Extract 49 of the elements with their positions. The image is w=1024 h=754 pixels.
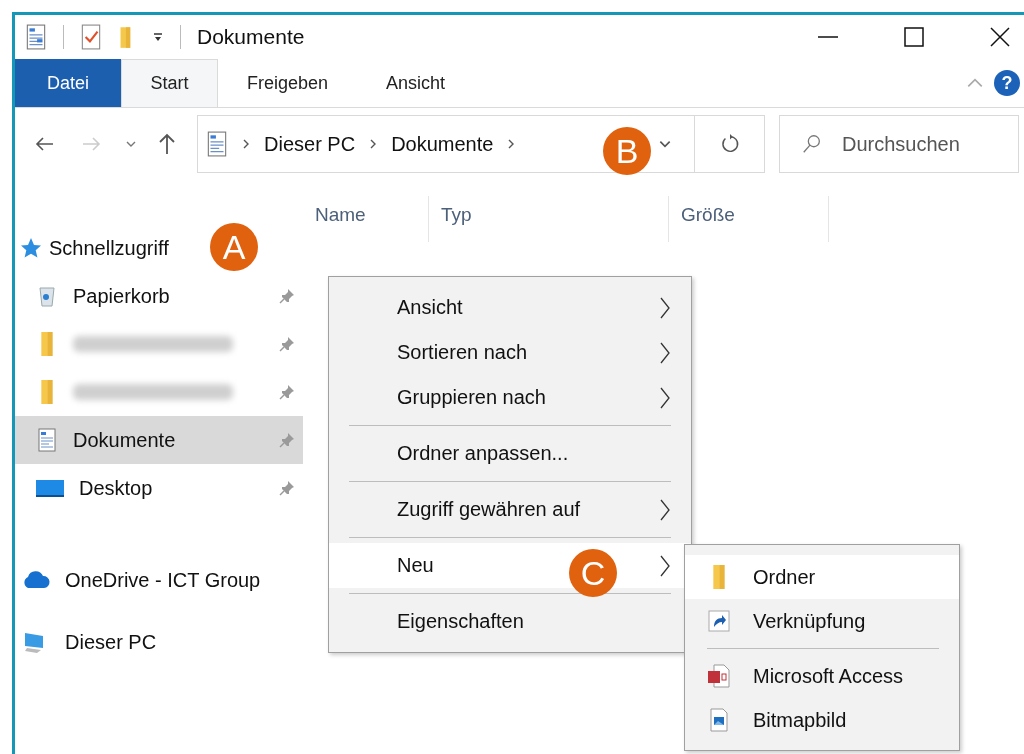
pin-icon <box>279 288 295 304</box>
sidebar-item[interactable]: Dokumente <box>15 416 303 464</box>
sidebar-item[interactable]: Desktop <box>15 464 303 512</box>
chevron-icon[interactable] <box>369 138 378 150</box>
pin-icon <box>279 336 295 352</box>
breadcrumb[interactable]: Dieser PC <box>264 132 356 156</box>
menu-item[interactable]: Ordner <box>685 555 959 599</box>
sidebar-item[interactable]: Papierkorb <box>15 272 303 320</box>
folder-icon <box>41 332 53 356</box>
search-field[interactable]: Durchsuchen <box>779 115 1019 173</box>
close-icon[interactable] <box>988 25 1012 49</box>
customize-icon[interactable] <box>152 31 164 43</box>
ribbon-tab[interactable]: Freigeben <box>218 59 358 107</box>
column-header[interactable]: Name <box>303 196 429 242</box>
ribbon-tab[interactable]: Start <box>121 59 218 107</box>
document-icon <box>206 131 228 157</box>
maximize-icon[interactable] <box>902 25 926 49</box>
folder-icon <box>41 380 53 404</box>
help-button[interactable]: ? <box>994 70 1020 96</box>
sidebar-item[interactable]: Schnellzugriff <box>15 224 173 272</box>
menu-item[interactable]: Gruppieren nach <box>329 375 691 420</box>
pin-icon <box>279 480 295 496</box>
properties-icon[interactable] <box>80 24 102 50</box>
shortcut-icon <box>707 609 731 633</box>
sidebar-item[interactable]: Dieser PC <box>15 618 303 666</box>
chevron-icon[interactable] <box>507 138 516 150</box>
menu-item[interactable]: Verknüpfung <box>685 599 959 643</box>
document-icon[interactable] <box>25 24 47 50</box>
folder-icon <box>713 565 725 589</box>
menu-item[interactable]: Microsoft Access <box>685 654 959 698</box>
star-icon <box>19 236 43 260</box>
breadcrumb[interactable]: Dokumente <box>391 132 494 156</box>
window-title: Dokumente <box>197 25 305 49</box>
menu-item[interactable]: Zugriff gewähren auf <box>329 487 691 532</box>
database-file-icon <box>707 664 731 688</box>
menu-item[interactable]: Bitmapbild <box>685 698 959 742</box>
document-icon <box>35 428 59 452</box>
ribbon-tab[interactable]: Datei <box>15 59 121 107</box>
menu-item[interactable]: Ordner anpassen... <box>329 431 691 476</box>
column-header[interactable]: Größe <box>669 196 829 242</box>
menu-item[interactable]: Sortieren nach <box>329 330 691 375</box>
image-file-icon <box>707 708 731 732</box>
menu-item[interactable]: Ansicht <box>329 285 691 330</box>
column-header[interactable]: Typ <box>429 196 669 242</box>
pin-icon <box>279 432 295 448</box>
sidebar-item[interactable]: OneDrive - ICT Group <box>15 556 303 604</box>
ribbon-tab[interactable]: Ansicht <box>357 59 475 107</box>
chevron-icon[interactable] <box>242 138 250 150</box>
pin-icon <box>279 384 295 400</box>
